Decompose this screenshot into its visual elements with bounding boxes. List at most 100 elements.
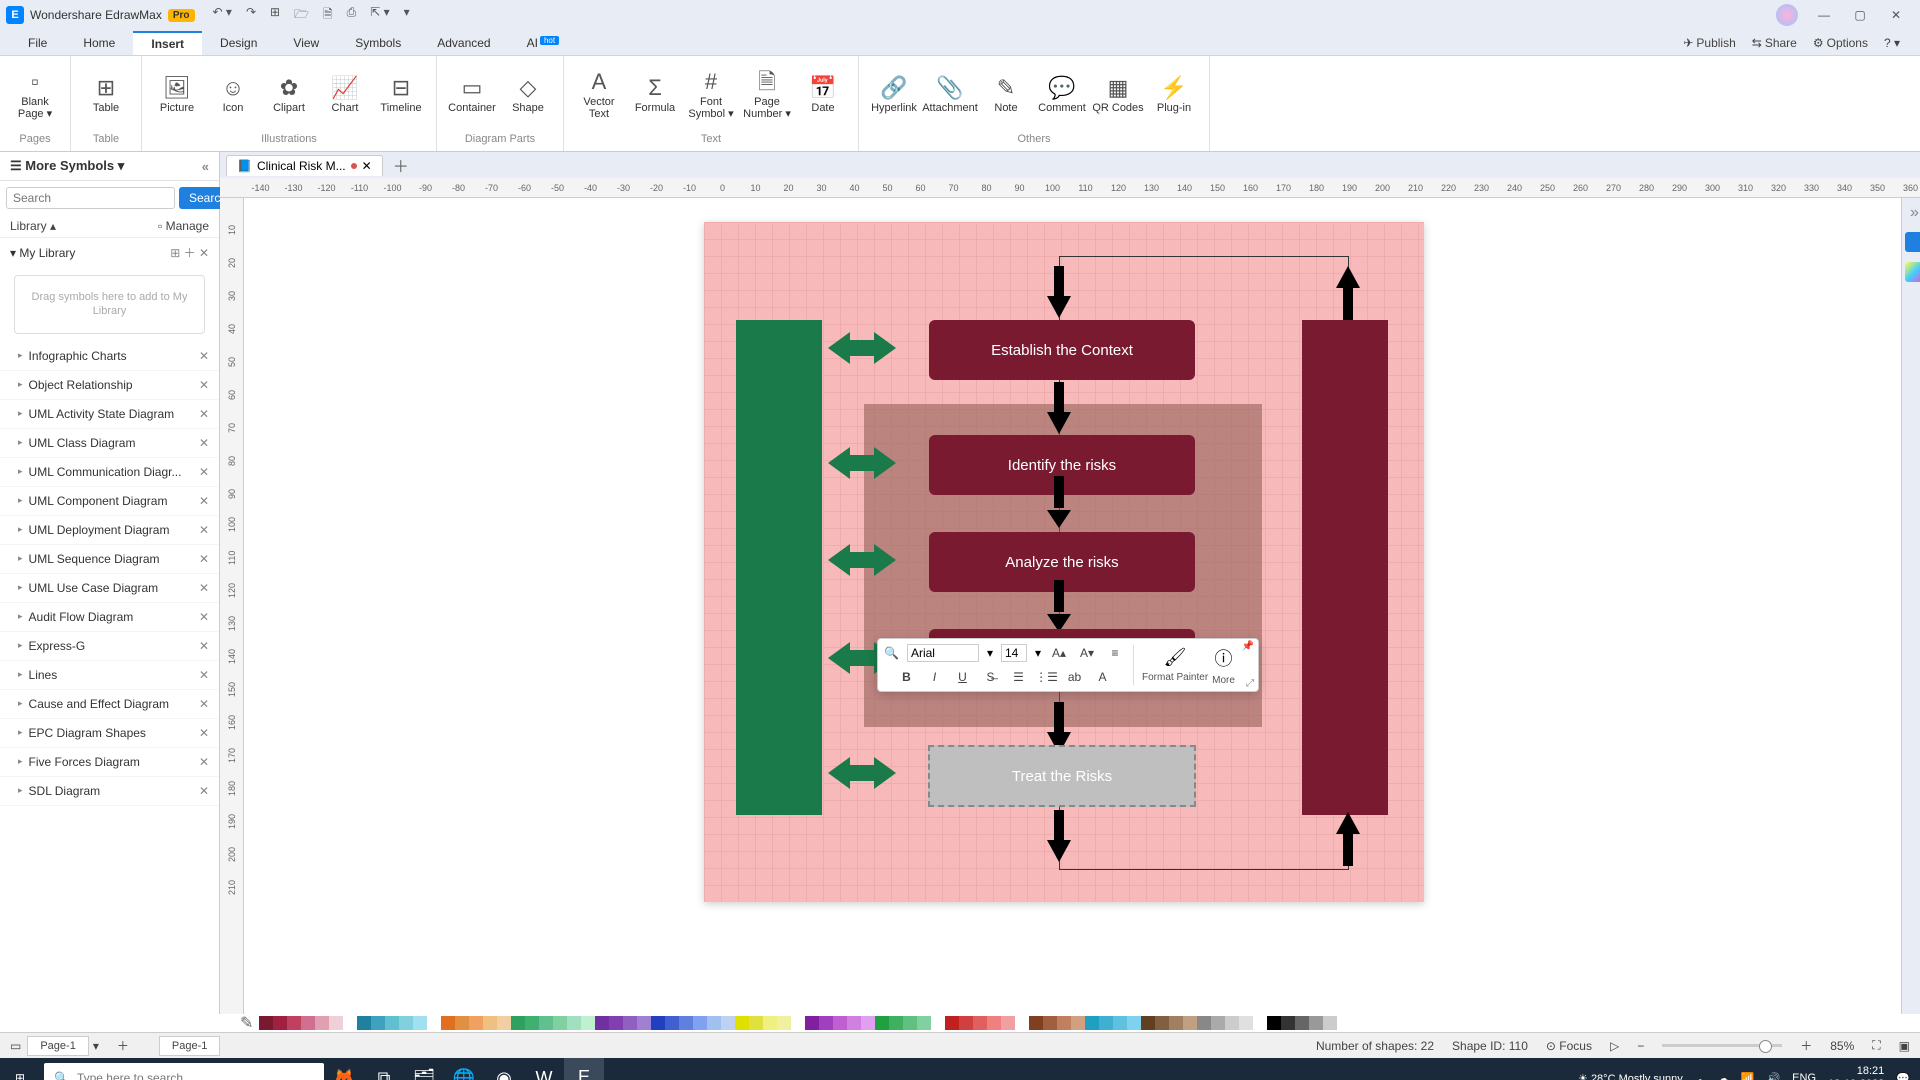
color-swatch[interactable]	[525, 1016, 539, 1030]
double-arrow-3[interactable]	[828, 544, 896, 576]
tray-wifi-icon[interactable]: 📶	[1741, 1072, 1755, 1080]
menu-design[interactable]: Design	[202, 32, 275, 54]
color-swatch[interactable]	[301, 1016, 315, 1030]
drag-target[interactable]: Drag symbols here to add to My Library	[14, 275, 205, 334]
box-establish-context[interactable]: Establish the Context	[929, 320, 1195, 380]
save-icon[interactable]: 🗎	[323, 5, 333, 26]
color-swatch[interactable]	[1169, 1016, 1183, 1030]
options-button[interactable]: ⚙ Options	[1813, 36, 1868, 50]
library-item[interactable]: Five Forces Diagram✕	[0, 748, 219, 777]
color-swatch[interactable]	[1267, 1016, 1281, 1030]
color-swatch[interactable]	[819, 1016, 833, 1030]
word-icon[interactable]: W	[524, 1058, 564, 1080]
hyperlink-button[interactable]: 🔗Hyperlink	[867, 58, 921, 130]
shrink-font-icon[interactable]: A▾	[1077, 643, 1097, 663]
color-swatch[interactable]	[833, 1016, 847, 1030]
underline-icon[interactable]: U	[953, 667, 973, 687]
remove-lib-icon[interactable]: ✕	[199, 639, 209, 653]
double-arrow-2[interactable]	[828, 447, 896, 479]
tray-volume-icon[interactable]: 🔊	[1766, 1072, 1780, 1080]
shape-button[interactable]: ◇Shape	[501, 58, 555, 130]
color-swatch[interactable]	[539, 1016, 553, 1030]
explorer-icon[interactable]: 🗂	[404, 1058, 444, 1080]
focus-button[interactable]: ⊙ Focus	[1546, 1039, 1592, 1053]
eyedropper-icon[interactable]: ✎	[240, 1013, 253, 1033]
edge-icon[interactable]: 🌐	[444, 1058, 484, 1080]
chart-button[interactable]: 📈Chart	[318, 58, 372, 130]
arrow-up-1[interactable]	[1336, 266, 1360, 288]
font-search-icon[interactable]: 🔍	[884, 646, 899, 660]
document-tab[interactable]: 📘 Clinical Risk M... ✕	[226, 155, 383, 176]
font-symbol-button[interactable]: #Font Symbol ▾	[684, 58, 738, 130]
align-icon[interactable]: ≡	[1105, 643, 1125, 663]
library-item[interactable]: Audit Flow Diagram✕	[0, 603, 219, 632]
font-size-input[interactable]	[1001, 644, 1027, 662]
tray-lang[interactable]: ENG	[1792, 1072, 1816, 1080]
remove-lib-icon[interactable]: ✕	[199, 784, 209, 798]
color-swatch[interactable]	[1113, 1016, 1127, 1030]
library-item[interactable]: UML Communication Diagr...✕	[0, 458, 219, 487]
color-swatch[interactable]	[1309, 1016, 1323, 1030]
color-swatch[interactable]	[945, 1016, 959, 1030]
color-swatch[interactable]	[1295, 1016, 1309, 1030]
qr-button[interactable]: ▦QR Codes	[1091, 58, 1145, 130]
mylib-actions[interactable]: ⊞ ＋ ✕	[170, 244, 209, 261]
library-item[interactable]: EPC Diagram Shapes✕	[0, 719, 219, 748]
box-treat-risks[interactable]: Treat the Risks	[928, 745, 1196, 807]
color-swatch[interactable]	[581, 1016, 595, 1030]
panel-menu-icon[interactable]: ☰	[10, 158, 22, 174]
arrow-down-3[interactable]	[1047, 510, 1071, 528]
new-tab-icon[interactable]: ＋	[393, 153, 409, 177]
remove-lib-icon[interactable]: ✕	[199, 465, 209, 479]
strike-icon[interactable]: S̶	[981, 667, 1001, 687]
vector-text-button[interactable]: AVector Text	[572, 58, 626, 130]
color-swatch[interactable]	[847, 1016, 861, 1030]
color-swatch[interactable]	[1197, 1016, 1211, 1030]
expand-right-icon[interactable]: »	[1910, 204, 1919, 222]
maroon-sidebar-shape[interactable]	[1302, 320, 1388, 815]
color-swatch[interactable]	[595, 1016, 609, 1030]
zoom-slider[interactable]	[1662, 1044, 1782, 1047]
textcase-icon[interactable]: ab	[1065, 667, 1085, 687]
double-arrow-1[interactable]	[828, 332, 896, 364]
remove-lib-icon[interactable]: ✕	[199, 610, 209, 624]
color-swatch[interactable]	[665, 1016, 679, 1030]
color-swatch[interactable]	[749, 1016, 763, 1030]
color-swatch[interactable]	[721, 1016, 735, 1030]
color-swatch[interactable]	[889, 1016, 903, 1030]
zoom-level[interactable]: 85%	[1830, 1039, 1854, 1053]
formula-button[interactable]: ΣFormula	[628, 58, 682, 130]
play-icon[interactable]: ▷	[1610, 1039, 1619, 1053]
maximize-icon[interactable]: ▢	[1842, 8, 1878, 22]
library-toggle[interactable]: Library ▴	[10, 219, 56, 233]
color-swatch[interactable]	[441, 1016, 455, 1030]
library-item[interactable]: Infographic Charts✕	[0, 342, 219, 371]
clipart-button[interactable]: ✿Clipart	[262, 58, 316, 130]
library-item[interactable]: Lines✕	[0, 661, 219, 690]
color-swatch[interactable]	[469, 1016, 483, 1030]
color-swatch[interactable]	[609, 1016, 623, 1030]
color-swatch[interactable]	[427, 1016, 441, 1030]
zoom-in-icon[interactable]: ＋	[1800, 1037, 1812, 1054]
pin-icon[interactable]: 📌	[1242, 641, 1254, 652]
symbol-search-input[interactable]	[6, 187, 175, 209]
plugin-button[interactable]: ⚡Plug-in	[1147, 58, 1201, 130]
chrome-icon[interactable]: ◉	[484, 1058, 524, 1080]
color-swatch[interactable]	[1085, 1016, 1099, 1030]
remove-lib-icon[interactable]: ✕	[199, 349, 209, 363]
arrow-down-6[interactable]	[1047, 840, 1071, 862]
color-swatch[interactable]	[693, 1016, 707, 1030]
more-button[interactable]: ⓘMore	[1212, 645, 1235, 686]
floating-text-toolbar[interactable]: 🔍 ▾ ▾ A▴ A▾ ≡ B I U S̶	[877, 638, 1259, 692]
fullpage-icon[interactable]: ▣	[1899, 1039, 1910, 1053]
library-item[interactable]: UML Activity State Diagram✕	[0, 400, 219, 429]
undo-icon[interactable]: ↶ ▾	[213, 5, 232, 26]
minimize-icon[interactable]: —	[1806, 8, 1842, 22]
color-swatch[interactable]	[1323, 1016, 1337, 1030]
remove-lib-icon[interactable]: ✕	[199, 436, 209, 450]
color-swatch[interactable]	[413, 1016, 427, 1030]
library-item[interactable]: UML Deployment Diagram✕	[0, 516, 219, 545]
library-item[interactable]: Cause and Effect Diagram✕	[0, 690, 219, 719]
table-button[interactable]: ⊞Table	[79, 58, 133, 130]
remove-lib-icon[interactable]: ✕	[199, 552, 209, 566]
